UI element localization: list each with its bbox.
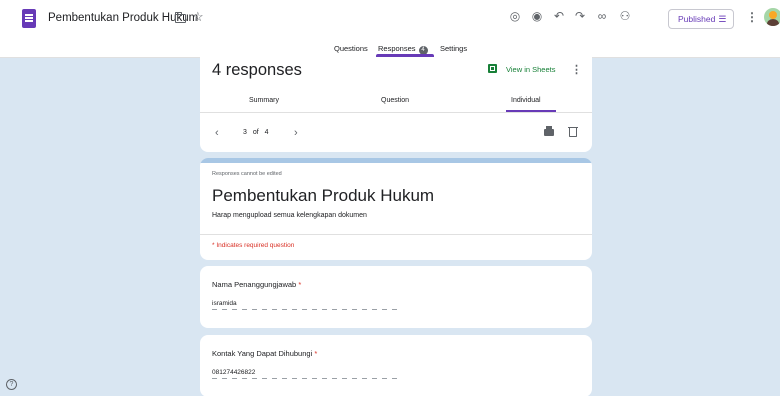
- subtab-individual[interactable]: Individual: [511, 97, 541, 104]
- undo-icon[interactable]: ↶: [551, 9, 567, 23]
- redo-icon[interactable]: ↷: [572, 9, 588, 23]
- palette-icon[interactable]: ◎: [507, 9, 523, 23]
- star-icon[interactable]: ☆: [192, 9, 204, 25]
- avatar[interactable]: [764, 8, 780, 26]
- link-icon[interactable]: ∞: [594, 9, 610, 23]
- folder-icon[interactable]: [175, 12, 186, 23]
- header-accent-bar: [200, 158, 592, 163]
- tune-icon: ☰: [718, 14, 727, 24]
- pager-of: of: [252, 129, 259, 136]
- tab-responses-label: Responses: [378, 44, 416, 53]
- required-mark: *: [314, 349, 318, 358]
- chevron-left-icon[interactable]: ‹: [215, 127, 219, 139]
- tab-settings-label: Settings: [440, 44, 468, 53]
- question-label: Nama Penanggungjawab *: [212, 280, 301, 289]
- answer-underline: [212, 309, 398, 310]
- form-title: Pembentukan Produk Hukum: [212, 186, 435, 205]
- form-description: Harap mengupload semua kelengkapan dokum…: [212, 212, 367, 219]
- more-vert-icon[interactable]: ⋮: [571, 63, 582, 76]
- subtab-summary[interactable]: Summary: [249, 97, 279, 104]
- add-person-icon[interactable]: ⚇: [617, 9, 633, 23]
- question-card: Kontak Yang Dapat Dihubungi * 0812744268…: [200, 335, 592, 396]
- top-bar: Pembentukan Produk Hukum ☆ ◎ ◉ ↶ ↷ ∞ ⚇ P…: [0, 0, 780, 38]
- required-note: * Indicates required question: [212, 242, 295, 249]
- answer-underline: [212, 378, 398, 379]
- responses-summary-card: 4 responses View in Sheets ⋮ Summary Que…: [200, 57, 592, 152]
- pager-total: 4: [264, 129, 269, 136]
- not-editable-note: Responses cannot be edited: [212, 171, 282, 177]
- google-forms-icon[interactable]: [22, 9, 36, 28]
- published-label: Published: [678, 14, 716, 24]
- more-vert-icon[interactable]: ⋮: [746, 10, 758, 24]
- answer-value: 081274426822: [212, 369, 256, 376]
- print-icon[interactable]: [544, 126, 554, 136]
- answer-value: isramida: [212, 300, 237, 307]
- delete-icon[interactable]: [568, 127, 578, 137]
- required-mark: *: [298, 280, 302, 289]
- question-card: Nama Penanggungjawab * isramida: [200, 266, 592, 328]
- published-button[interactable]: Published ☰: [668, 9, 734, 29]
- pager-current[interactable]: 3: [243, 129, 247, 136]
- question-label-text: Kontak Yang Dapat Dihubungi: [212, 349, 313, 358]
- sheets-icon[interactable]: [488, 64, 497, 73]
- chevron-right-icon[interactable]: ›: [294, 127, 298, 139]
- response-pager: 3 of 4: [243, 129, 269, 136]
- subtab-question[interactable]: Question: [381, 97, 409, 104]
- form-header-card: Responses cannot be edited Pembentukan P…: [200, 158, 592, 260]
- divider: [200, 234, 592, 235]
- responses-count: 4 responses: [212, 61, 302, 79]
- view-in-sheets-link[interactable]: View in Sheets: [506, 65, 555, 74]
- question-label: Kontak Yang Dapat Dihubungi *: [212, 349, 317, 358]
- question-label-text: Nama Penanggungjawab: [212, 280, 297, 289]
- eye-icon[interactable]: ◉: [529, 9, 545, 23]
- help-icon[interactable]: ?: [6, 379, 17, 390]
- tab-questions[interactable]: Questions: [334, 44, 368, 53]
- divider: [200, 112, 592, 113]
- tab-settings[interactable]: Settings: [440, 44, 467, 53]
- tab-questions-label: Questions: [334, 44, 368, 53]
